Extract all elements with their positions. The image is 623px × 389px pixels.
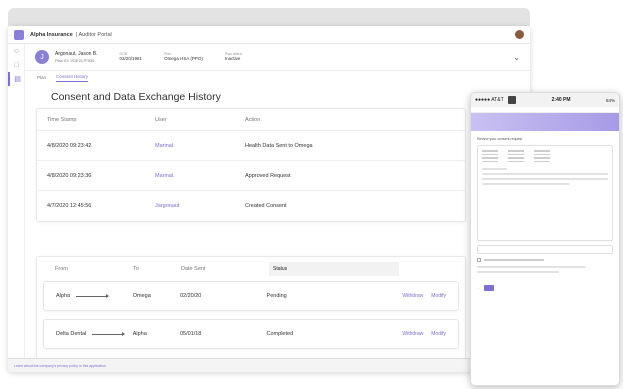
mobile-details-card	[477, 145, 613, 241]
document-icon[interactable]: □	[8, 58, 25, 72]
status-text: Completed	[266, 331, 294, 337]
carrier: ●●●●● AT&T	[475, 97, 504, 103]
screen: Alpha Insurance | Auditor Portal ☺ □ ▤ J…	[0, 0, 623, 389]
mobile-device: ●●●●● AT&T 2:40 PM 84% Review your conse…	[470, 92, 620, 386]
patient-identity: Argonaut, Jason B. Plan ID: VDE217F939	[55, 51, 98, 63]
mobile-back-link[interactable]: ←	[477, 286, 480, 290]
modify-link[interactable]: Modify	[431, 331, 446, 337]
history-table-header: Time Stamp User Action	[37, 109, 465, 131]
patient-header: J Argonaut, Jason B. Plan ID: VDE217F939…	[25, 44, 530, 71]
app-logo	[14, 29, 24, 40]
battery-icon: 84%	[605, 97, 615, 103]
window-chrome	[8, 8, 530, 26]
tab-consent-history[interactable]: Consent History	[56, 74, 89, 82]
table-row: 4/8/2020 09:23:36 Marinal. Approved Requ…	[37, 161, 465, 191]
exchange-table-header: From To Date Sent Status	[37, 257, 465, 281]
portal-name: | Auditor Portal	[75, 31, 112, 38]
user-link[interactable]: Jargonaut	[155, 203, 245, 209]
patient-dob: DOB 03/20/1981	[119, 51, 143, 62]
tab-plan[interactable]: Plan	[37, 75, 46, 82]
table-row: 4/8/2020 09:23:42 Marinal. Health Data S…	[37, 131, 465, 161]
tab-bar: Plan Consent History	[25, 71, 530, 85]
patient-name: Argonaut, Jason B.	[55, 51, 98, 58]
patient-plan-status: Plan status Inactive	[224, 51, 243, 62]
mobile-header	[471, 113, 619, 131]
user-link[interactable]: Marinal.	[155, 173, 245, 179]
footer-link[interactable]: Learn about the company's privacy policy…	[8, 358, 530, 372]
status-bar: ●●●●● AT&T 2:40 PM 84%	[471, 93, 619, 107]
withdraw-link[interactable]: Withdraw	[402, 293, 423, 299]
history-icon[interactable]: ▤	[8, 72, 25, 86]
mobile-body: Review your consent request ←	[471, 131, 619, 295]
user-avatar[interactable]	[515, 30, 524, 39]
patient-plan: Plan Omega HSA (PPO)	[164, 51, 203, 62]
patient-id: Plan ID: VDE217F939	[55, 57, 95, 63]
brand-name: Alpha Insurance	[30, 31, 73, 38]
user-icon[interactable]: ☺	[8, 44, 25, 58]
arrow-right-icon	[76, 293, 110, 298]
camera-notch	[507, 96, 516, 104]
exchange-table: From To Date Sent Status Alpha Omega 02/…	[36, 256, 466, 366]
mobile-submit-button[interactable]	[484, 285, 494, 291]
table-row: Alpha Omega 02/20/20 Pending Withdraw Mo…	[43, 281, 459, 311]
sidebar: ☺ □ ▤	[8, 44, 25, 372]
history-table: Time Stamp User Action 4/8/2020 09:23:42…	[36, 108, 466, 222]
status-text: Pending	[266, 293, 287, 299]
desktop-window: Alpha Insurance | Auditor Portal ☺ □ ▤ J…	[8, 26, 530, 372]
mobile-select[interactable]	[477, 245, 613, 254]
withdraw-link[interactable]: Withdraw	[402, 331, 423, 337]
clock: 2:40 PM	[551, 97, 571, 103]
arrow-right-icon	[92, 331, 126, 336]
table-row: Delta Dental Alpha 05/01/18 Completed Wi…	[43, 319, 459, 349]
patient-avatar: J	[35, 50, 49, 64]
user-link[interactable]: Marinal.	[155, 143, 245, 149]
modify-link[interactable]: Modify	[431, 293, 446, 299]
mobile-checkbox[interactable]	[477, 258, 613, 262]
top-bar: Alpha Insurance | Auditor Portal	[8, 26, 530, 44]
mobile-title: Review your consent request	[477, 137, 523, 141]
chevron-down-icon[interactable]: ⌄	[513, 53, 520, 62]
table-row: 4/7/2020 12:45:56 Jargonaut Created Cons…	[47, 203, 287, 209]
